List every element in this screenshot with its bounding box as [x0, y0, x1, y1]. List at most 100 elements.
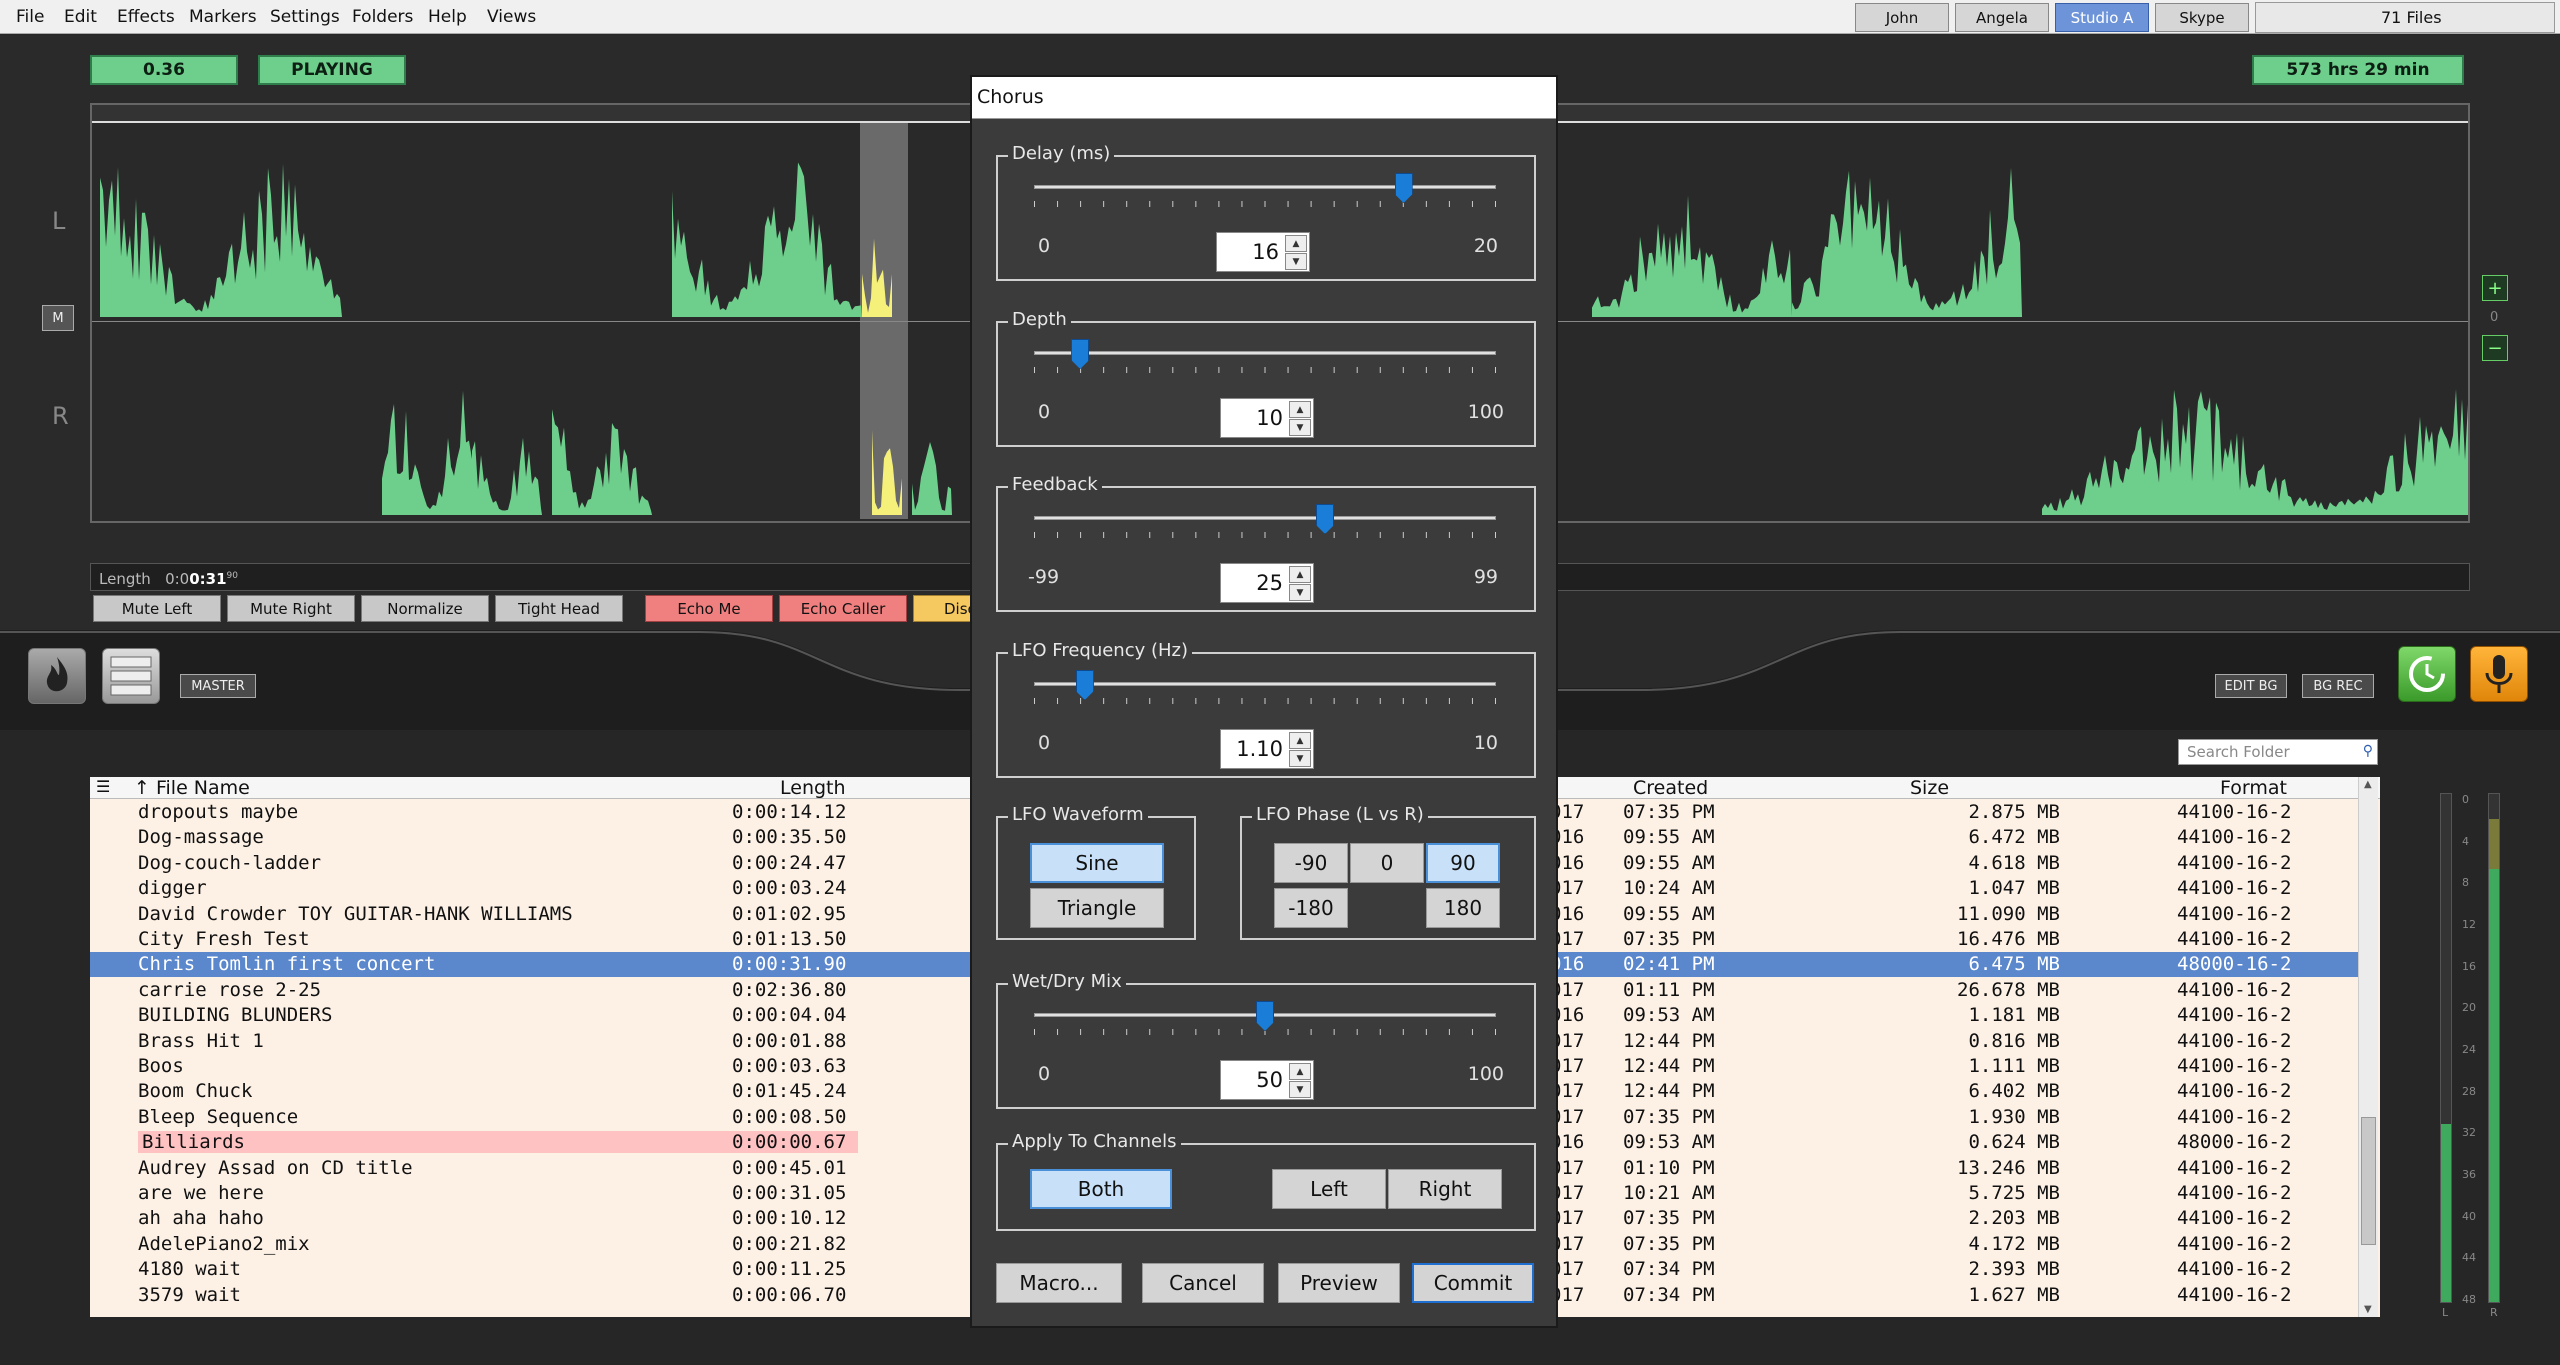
burn-icon[interactable]	[28, 648, 86, 704]
microphone-icon[interactable]	[2470, 646, 2528, 702]
feedback-min: -99	[1028, 566, 1060, 588]
file-name-cell: AdelePiano2_mix	[138, 1232, 310, 1255]
lfo-frequency-up-icon[interactable]: ▲	[1289, 732, 1311, 749]
macro-button[interactable]: Macro...	[996, 1263, 1122, 1303]
bg-rec-button[interactable]: BG REC	[2302, 674, 2374, 698]
delay-up-icon[interactable]: ▲	[1285, 235, 1307, 252]
created-time-cell: 07:35 PM	[1623, 1105, 1715, 1128]
menu-effects[interactable]: Effects	[117, 7, 175, 27]
column-header-format[interactable]: Format	[2220, 777, 2287, 799]
size-cell: 2.875 MB	[1968, 801, 2060, 823]
depth-spinbox[interactable]: 10 ▲ ▼	[1220, 398, 1314, 438]
depth-slider-track[interactable]	[1034, 351, 1496, 355]
refresh-timer-icon[interactable]	[2398, 646, 2456, 702]
column-header-size[interactable]: Size	[1910, 777, 1949, 799]
menu-settings[interactable]: Settings	[270, 7, 340, 27]
cancel-button[interactable]: Cancel	[1142, 1263, 1264, 1303]
column-menu-icon[interactable]: ☰	[96, 777, 110, 796]
format-cell: 48000-16-2	[2177, 1131, 2292, 1154]
phase-180-button[interactable]: 180	[1426, 888, 1500, 928]
delay-slider-track[interactable]	[1034, 185, 1496, 189]
echo-me-button[interactable]: Echo Me	[645, 595, 773, 622]
waveform-sine-button[interactable]: Sine	[1030, 843, 1164, 883]
scroll-up-icon[interactable]: ▲	[2364, 779, 2372, 790]
feedback-up-icon[interactable]: ▲	[1289, 566, 1311, 583]
delay-label: Delay (ms)	[1008, 143, 1115, 164]
disc-button[interactable]: Disc	[913, 595, 973, 622]
lfo-frequency-ticks	[1034, 698, 1496, 704]
zoom-in-button[interactable]: +	[2482, 275, 2508, 301]
commit-button[interactable]: Commit	[1412, 1263, 1534, 1303]
vertical-scrollbar[interactable]: ▲ ▼	[2358, 777, 2378, 1317]
lfo-frequency-group: LFO Frequency (Hz) 0 10 1.10 ▲ ▼	[996, 640, 1536, 778]
echo-caller-button[interactable]: Echo Caller	[779, 595, 907, 622]
phase-minus-180-button[interactable]: -180	[1274, 888, 1348, 928]
lfo-frequency-slider-thumb[interactable]	[1075, 670, 1094, 700]
mono-button[interactable]: M	[42, 305, 74, 331]
phase-90-button[interactable]: 90	[1426, 843, 1500, 883]
menu-help[interactable]: Help	[428, 7, 467, 27]
column-header-name[interactable]: ↑ File Name	[134, 777, 250, 799]
scrollbar-thumb[interactable]	[2361, 1117, 2376, 1245]
wet-dry-mix-down-icon[interactable]: ▼	[1289, 1081, 1311, 1098]
mute-left-button[interactable]: Mute Left	[93, 595, 221, 622]
size-cell: 13.246 MB	[1957, 1156, 2060, 1179]
chorus-dialog: Chorus Delay (ms) 0 20 16 ▲ ▼ Depth 0 10…	[970, 75, 1558, 1328]
search-folder-input[interactable]: Search Folder ⚲	[2178, 739, 2378, 765]
delay-down-icon[interactable]: ▼	[1285, 253, 1307, 270]
user-skype-button[interactable]: Skype	[2155, 3, 2249, 32]
feedback-slider-track[interactable]	[1034, 516, 1496, 520]
delay-slider-thumb[interactable]	[1394, 173, 1413, 203]
wet-dry-mix-value: 50	[1256, 1068, 1283, 1092]
menu-folders[interactable]: Folders	[352, 7, 413, 27]
feedback-spinbox[interactable]: 25 ▲ ▼	[1220, 563, 1314, 603]
phase-0-button[interactable]: 0	[1350, 843, 1424, 883]
user-studio-a-button[interactable]: Studio A	[2055, 3, 2149, 32]
size-cell: 16.476 MB	[1957, 928, 2060, 950]
feedback-slider-thumb[interactable]	[1316, 504, 1335, 534]
playlist-icon[interactable]	[102, 648, 160, 704]
mute-right-button[interactable]: Mute Right	[227, 595, 355, 622]
wet-dry-mix-label: Wet/Dry Mix	[1008, 971, 1126, 992]
length-fraction: 90	[226, 571, 238, 581]
file-name-cell: Dog-massage	[138, 826, 264, 849]
phase-minus-90-button[interactable]: -90	[1274, 843, 1348, 883]
channel-left-button[interactable]: Left	[1272, 1169, 1386, 1209]
feedback-down-icon[interactable]: ▼	[1289, 584, 1311, 601]
menu-views[interactable]: Views	[487, 7, 536, 27]
wet-dry-mix-up-icon[interactable]: ▲	[1289, 1063, 1311, 1080]
edit-bg-button[interactable]: EDIT BG	[2215, 674, 2287, 698]
delay-spinbox[interactable]: 16 ▲ ▼	[1216, 232, 1310, 272]
size-cell: 6.472 MB	[1968, 826, 2060, 849]
column-header-length[interactable]: Length	[780, 777, 846, 799]
lfo-frequency-down-icon[interactable]: ▼	[1289, 750, 1311, 767]
length-cell: 0:01:13.50	[732, 928, 847, 950]
wet-dry-mix-slider-thumb[interactable]	[1256, 1001, 1274, 1031]
menu-edit[interactable]: Edit	[64, 7, 97, 27]
master-button[interactable]: MASTER	[180, 674, 256, 698]
zoom-out-button[interactable]: −	[2482, 335, 2508, 361]
wet-dry-mix-spinbox[interactable]: 50 ▲ ▼	[1220, 1060, 1314, 1100]
column-header-created[interactable]: Created	[1633, 777, 1708, 799]
channel-right-button[interactable]: Right	[1388, 1169, 1502, 1209]
normalize-button[interactable]: Normalize	[361, 595, 489, 622]
user-john-button[interactable]: John	[1855, 3, 1949, 32]
tight-head-button[interactable]: Tight Head	[495, 595, 623, 622]
created-time-cell: 07:34 PM	[1623, 1258, 1715, 1281]
created-time-cell: 12:44 PM	[1623, 1055, 1715, 1077]
depth-slider-thumb[interactable]	[1071, 339, 1090, 369]
length-cell: 0:00:45.01	[732, 1156, 847, 1179]
search-icon[interactable]: ⚲	[2363, 743, 2373, 759]
user-angela-button[interactable]: Angela	[1955, 3, 2049, 32]
lfo-frequency-spinbox[interactable]: 1.10 ▲ ▼	[1220, 729, 1314, 769]
depth-up-icon[interactable]: ▲	[1289, 401, 1311, 418]
transport-state: PLAYING	[258, 55, 406, 85]
channel-both-button[interactable]: Both	[1030, 1169, 1172, 1209]
depth-down-icon[interactable]: ▼	[1289, 419, 1311, 436]
preview-button[interactable]: Preview	[1278, 1263, 1400, 1303]
waveform-triangle-button[interactable]: Triangle	[1030, 888, 1164, 928]
menu-markers[interactable]: Markers	[189, 7, 257, 27]
lfo-frequency-slider-track[interactable]	[1034, 682, 1496, 686]
scroll-down-icon[interactable]: ▼	[2364, 1304, 2372, 1315]
menu-file[interactable]: File	[16, 7, 44, 27]
